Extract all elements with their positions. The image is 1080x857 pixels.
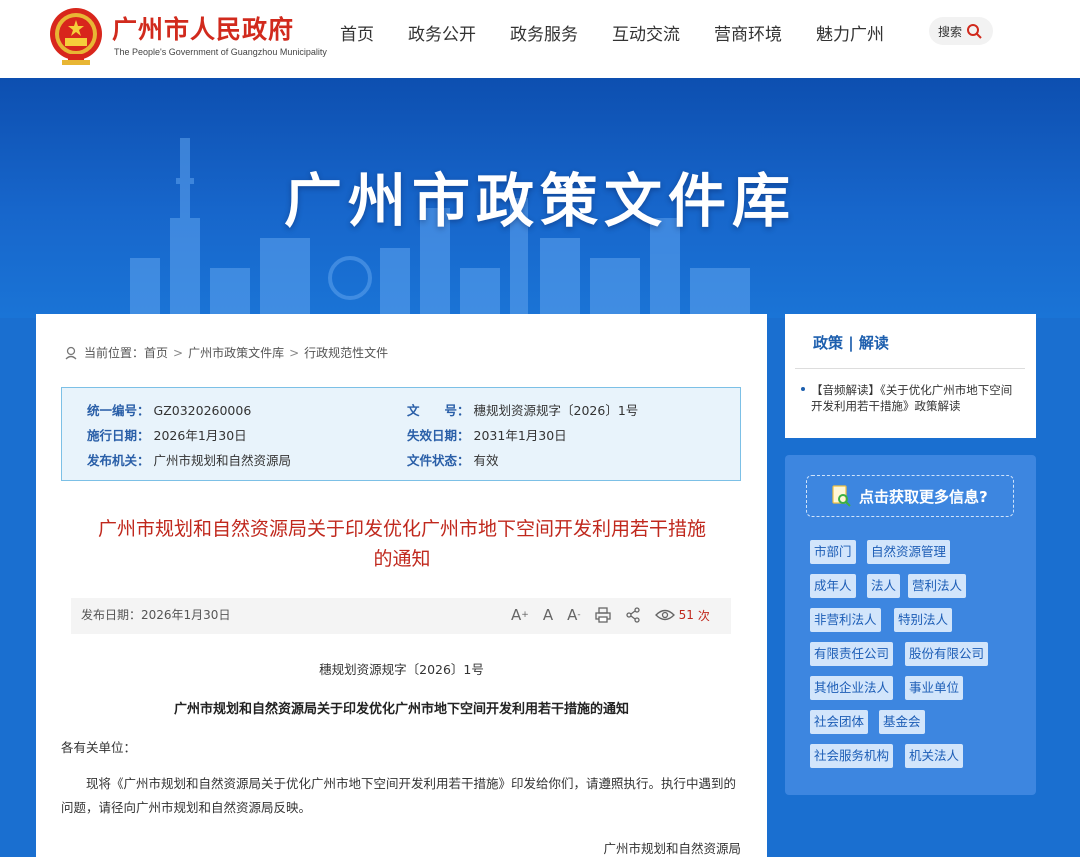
- divider: [795, 368, 1025, 369]
- breadcrumb-normative-docs[interactable]: 行政规范性文件: [304, 344, 388, 361]
- breadcrumb-policy-library[interactable]: 广州市政策文件库: [188, 344, 284, 361]
- breadcrumb-separator: >: [289, 345, 300, 360]
- font-increase-label: A: [511, 606, 522, 624]
- font-increase-icon[interactable]: A +: [511, 606, 529, 624]
- search-icon: [967, 24, 982, 39]
- tag-social-service-agency[interactable]: 社会服务机构: [810, 744, 894, 768]
- document-number: 穗规划资源规字〔2026〕1号: [319, 662, 484, 677]
- banner-title: 广州市政策文件库: [283, 167, 796, 235]
- info-docno: 文 号： 穗规划资源规字〔2026〕1号: [407, 400, 638, 419]
- document-search-icon: [832, 485, 851, 507]
- search-label: 搜索: [938, 24, 963, 39]
- banner: 广州市政策文件库: [0, 78, 1080, 318]
- font-decrease-icon[interactable]: A-: [567, 606, 581, 624]
- site-subtitle: The People's Government of Guangzhou Mun…: [114, 47, 327, 57]
- print-icon[interactable]: [594, 607, 611, 623]
- nav-gov-affairs-open[interactable]: 政务公开: [408, 20, 476, 45]
- info-expiry-label: 失效日期：: [407, 428, 470, 443]
- info-serial-value: GZ0320260006: [153, 403, 252, 418]
- more-info-button[interactable]: 点击获取更多信息?: [806, 475, 1014, 517]
- breadcrumb-separator: >: [173, 345, 184, 360]
- breadcrumb: 当前位置： 首页 > 广州市政策文件库 > 行政规范性文件: [64, 344, 388, 361]
- tag-government-agency-legal-person[interactable]: 机关法人: [905, 744, 964, 768]
- breadcrumb-prefix: 当前位置：: [84, 346, 145, 360]
- policy-interpretation-link[interactable]: 【音频解读】《关于优化广州市地下空间开发利用若干措施》政策解读: [811, 382, 1021, 414]
- tag-social-organization[interactable]: 社会团体: [810, 710, 869, 734]
- tag-limited-liability-company[interactable]: 有限责任公司: [810, 642, 894, 666]
- tag-public-institution[interactable]: 事业单位: [905, 676, 964, 700]
- policy-interpretation-panel: 政策 | 解读 【音频解读】《关于优化广州市地下空间开发利用若干措施》政策解读: [785, 314, 1036, 438]
- font-default-label: A: [542, 606, 554, 624]
- document-salutation: 各有关单位：: [61, 740, 137, 755]
- tag-for-profit-legal-person[interactable]: 营利法人: [908, 574, 967, 598]
- publish-date: 发布日期：2026年1月30日: [81, 608, 231, 622]
- tag-joint-stock-company[interactable]: 股份有限公司: [905, 642, 989, 666]
- tag-legal-person[interactable]: 法人: [867, 574, 901, 598]
- more-info-panel: 点击获取更多信息? 市部门 自然资源管理 成年人 法人 营利法人 非营利法人 特…: [785, 455, 1036, 795]
- document-title: 广州市规划和自然资源局关于印发优化广州市地下空间开发利用若干措施的通知: [97, 518, 706, 570]
- info-status-label: 文件状态：: [407, 453, 470, 468]
- info-serial: 统一编号： GZ0320260006: [87, 400, 251, 419]
- toolbar-icons: A + A A- 51 次: [511, 606, 724, 624]
- site-title[interactable]: 广州市人民政府: [112, 10, 294, 46]
- nav-charm-guangzhou[interactable]: 魅力广州: [816, 20, 884, 45]
- document-toolbar: 发布日期：2026年1月30日 A + A A- 51 次: [71, 598, 731, 634]
- tag-other-enterprise-legal-person[interactable]: 其他企业法人: [810, 676, 894, 700]
- document-signature: 广州市规划和自然资源局: [603, 841, 741, 856]
- info-issuer-value: 广州市规划和自然资源局: [153, 453, 292, 468]
- eye-icon: [654, 609, 675, 621]
- info-docno-value: 穗规划资源规字〔2026〕1号: [473, 403, 639, 418]
- info-expiry: 失效日期： 2031年1月30日: [407, 425, 567, 444]
- nav-interaction[interactable]: 互动交流: [612, 20, 680, 45]
- font-default-icon[interactable]: A: [543, 606, 553, 624]
- document-body: 现将《广州市规划和自然资源局关于优化广州市地下空间开发利用若干措施》印发给你们，…: [61, 776, 737, 815]
- info-effective-label: 施行日期：: [87, 428, 150, 443]
- national-emblem-icon[interactable]: [48, 6, 104, 68]
- info-expiry-value: 2031年1月30日: [473, 428, 567, 443]
- bullet-icon: [801, 387, 805, 391]
- main-nav: 首页 政务公开 政务服务 互动交流 营商环境 魅力广州: [340, 20, 918, 45]
- info-issuer-label: 发布机关：: [87, 453, 150, 468]
- view-count-unit: 次: [697, 608, 710, 623]
- site-header: 广州市人民政府 The People's Government of Guang…: [0, 0, 1080, 78]
- more-info-label: 点击获取更多信息?: [859, 487, 988, 506]
- search-button[interactable]: 搜索: [929, 17, 993, 45]
- tag-foundation[interactable]: 基金会: [879, 710, 925, 734]
- tag-natural-resources[interactable]: 自然资源管理: [867, 540, 951, 564]
- info-effective-value: 2026年1月30日: [153, 428, 247, 443]
- info-serial-label: 统一编号：: [87, 403, 150, 418]
- tag-special-legal-person[interactable]: 特别法人: [894, 608, 953, 632]
- tag-nonprofit-legal-person[interactable]: 非营利法人: [810, 608, 881, 632]
- font-decrease-label: A: [567, 606, 578, 624]
- info-status-value: 有效: [473, 453, 499, 468]
- info-effective: 施行日期： 2026年1月30日: [87, 425, 247, 444]
- info-docno-label: 文 号：: [407, 403, 470, 418]
- main-content: 当前位置： 首页 > 广州市政策文件库 > 行政规范性文件 统一编号： GZ032…: [36, 314, 767, 857]
- nav-gov-services[interactable]: 政务服务: [510, 20, 578, 45]
- info-status: 文件状态： 有效: [407, 450, 499, 469]
- info-issuer: 发布机关： 广州市规划和自然资源局: [87, 450, 291, 469]
- document-heading: 广州市规划和自然资源局关于印发优化广州市地下空间开发利用若干措施的通知: [173, 702, 629, 717]
- view-count: 51 次: [654, 607, 710, 624]
- location-icon: [65, 346, 77, 359]
- share-icon[interactable]: [625, 607, 641, 623]
- breadcrumb-home[interactable]: 首页: [144, 344, 168, 361]
- nav-home[interactable]: 首页: [340, 20, 374, 45]
- tag-city-departments[interactable]: 市部门: [810, 540, 856, 564]
- nav-business-env[interactable]: 营商环境: [714, 20, 782, 45]
- policy-interpretation-title: 政策 | 解读: [813, 334, 889, 352]
- document-info-box: 统一编号： GZ0320260006 文 号： 穗规划资源规字〔2026〕1号 施行…: [61, 387, 741, 481]
- tag-adults[interactable]: 成年人: [810, 574, 856, 598]
- view-count-value: 51: [678, 608, 694, 622]
